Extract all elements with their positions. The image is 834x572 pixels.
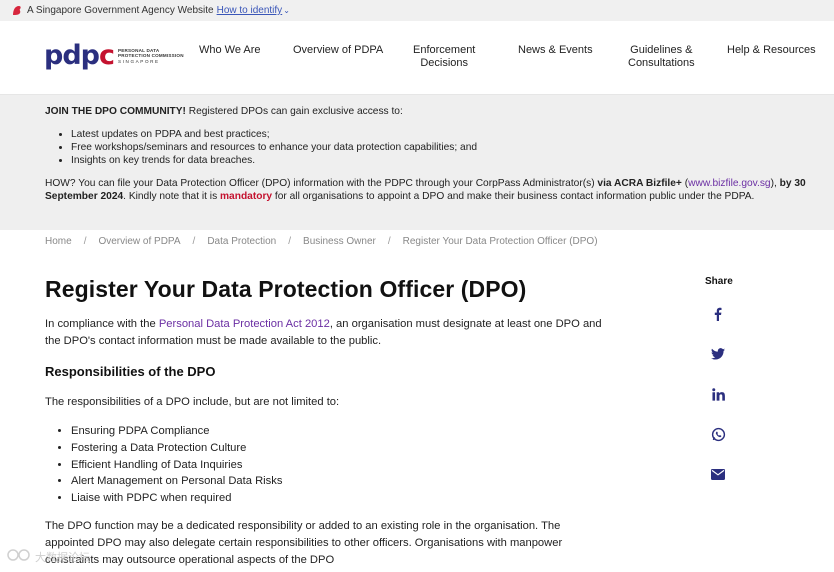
intro-paragraph: In compliance with the Personal Data Pro… xyxy=(45,318,602,347)
breadcrumb-home[interactable]: Home xyxy=(45,236,72,247)
nav-overview-of-pdpa[interactable]: Overview of PDPA xyxy=(293,44,383,57)
twitter-icon[interactable] xyxy=(710,346,726,362)
community-title: JOIN THE DPO COMMUNITY! Registered DPOs … xyxy=(45,106,403,117)
responsibilities-intro: The responsibilities of a DPO include, b… xyxy=(45,396,340,408)
singapore-lion-icon xyxy=(12,5,22,16)
facebook-icon[interactable] xyxy=(710,306,726,322)
breadcrumb-business-owner[interactable]: Business Owner xyxy=(303,236,376,247)
watermark-logo-icon xyxy=(7,548,31,565)
nav-news-events[interactable]: News & Events xyxy=(518,44,593,57)
community-how-text: HOW? You can file your Data Protection O… xyxy=(45,178,806,202)
list-item: Latest updates on PDPA and best practice… xyxy=(71,128,477,141)
dpo-community-banner: JOIN THE DPO COMMUNITY! Registered DPOs … xyxy=(0,95,834,230)
main-nav: Who We Are Overview of PDPA Enforcement … xyxy=(0,21,834,94)
page-title: Register Your Data Protection Officer (D… xyxy=(45,276,527,302)
list-item: Ensuring PDPA Compliance xyxy=(71,423,282,440)
whatsapp-icon[interactable] xyxy=(710,426,726,442)
site-header: pdpc PERSONAL DATA PROTECTION COMMISSION… xyxy=(0,21,834,95)
how-to-identify-link[interactable]: How to identify xyxy=(217,5,283,16)
email-icon[interactable] xyxy=(710,466,726,482)
nav-who-we-are[interactable]: Who We Are xyxy=(199,44,261,57)
breadcrumb: Home / Overview of PDPA / Data Protectio… xyxy=(45,236,598,247)
bizfile-link[interactable]: www.bizfile.gov.sg xyxy=(688,178,770,189)
list-item: Liaise with PDPC when required xyxy=(71,490,282,507)
breadcrumb-current-page: Register Your Data Protection Officer (D… xyxy=(402,236,598,247)
linkedin-icon[interactable] xyxy=(710,386,726,402)
mandatory-text: mandatory xyxy=(220,191,273,202)
watermark-text: 大数据论坛 xyxy=(35,551,90,564)
responsibilities-list: Ensuring PDPA Compliance Fostering a Dat… xyxy=(45,423,282,507)
nav-guidelines-consultations[interactable]: Guidelines & Consultations xyxy=(628,44,695,70)
list-item: Alert Management on Personal Data Risks xyxy=(71,473,282,490)
dpo-function-paragraph: The DPO function may be a dedicated resp… xyxy=(45,520,563,566)
community-benefits-list: Latest updates on PDPA and best practice… xyxy=(45,128,477,167)
share-label: Share xyxy=(705,276,733,287)
gov-banner-text: A Singapore Government Agency Website xyxy=(27,5,214,16)
pdpa-2012-link[interactable]: Personal Data Protection Act 2012 xyxy=(159,318,330,330)
list-item: Efficient Handling of Data Inquiries xyxy=(71,457,282,474)
list-item: Insights on key trends for data breaches… xyxy=(71,154,477,167)
nav-help-resources[interactable]: Help & Resources xyxy=(727,44,816,57)
chevron-down-icon[interactable]: ⌄ xyxy=(283,6,290,15)
breadcrumb-data-protection[interactable]: Data Protection xyxy=(207,236,276,247)
responsibilities-heading: Responsibilities of the DPO xyxy=(45,364,216,379)
breadcrumb-overview-of-pdpa[interactable]: Overview of PDPA xyxy=(98,236,180,247)
gov-banner: A Singapore Government Agency Website Ho… xyxy=(0,0,834,21)
list-item: Fostering a Data Protection Culture xyxy=(71,440,282,457)
nav-enforcement-decisions[interactable]: Enforcement Decisions xyxy=(413,44,475,70)
list-item: Free workshops/seminars and resources to… xyxy=(71,141,477,154)
watermark: 大数据论坛 xyxy=(7,548,90,565)
